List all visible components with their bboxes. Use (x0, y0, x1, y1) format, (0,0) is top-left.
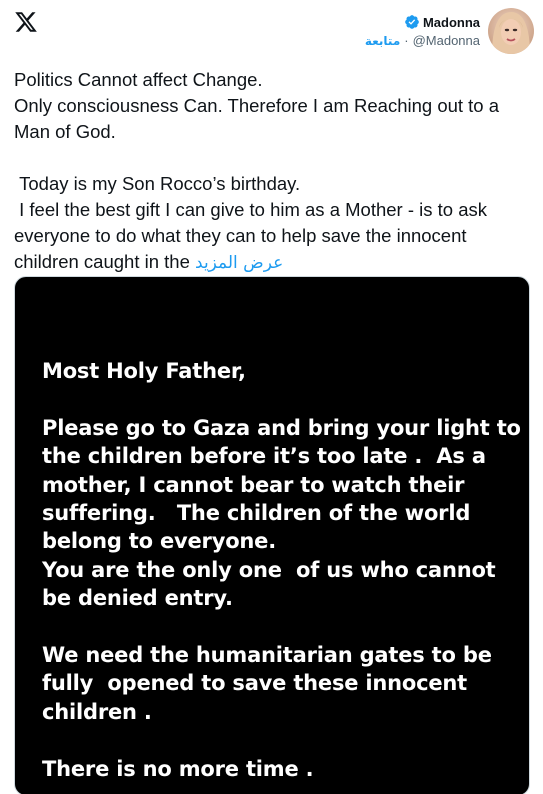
separator-dot: · (404, 33, 409, 48)
tweet-text: Politics Cannot affect Change. Only cons… (14, 67, 529, 276)
avatar[interactable] (488, 8, 534, 54)
tweet-author: Madonna متابعة · @Madonna (365, 8, 534, 54)
author-handle[interactable]: @Madonna (413, 33, 480, 48)
author-info: Madonna متابعة · @Madonna (365, 8, 480, 49)
avatar-image (488, 8, 534, 54)
author-display-name[interactable]: Madonna (423, 15, 480, 30)
verified-badge-icon (405, 15, 419, 29)
follow-button[interactable]: متابعة (365, 34, 400, 48)
author-name-row[interactable]: Madonna (404, 14, 480, 30)
media-letter-text: Most Holy Father, Please go to Gaza and … (42, 359, 521, 781)
show-more-link[interactable]: عرض المزيد (195, 253, 283, 273)
tweet-body: Politics Cannot affect Change. Only cons… (14, 69, 500, 272)
tweet-media-image[interactable]: Most Holy Father, Please go to Gaza and … (14, 276, 530, 794)
x-logo-icon[interactable] (14, 10, 38, 34)
author-meta-row: متابعة · @Madonna (365, 33, 480, 48)
